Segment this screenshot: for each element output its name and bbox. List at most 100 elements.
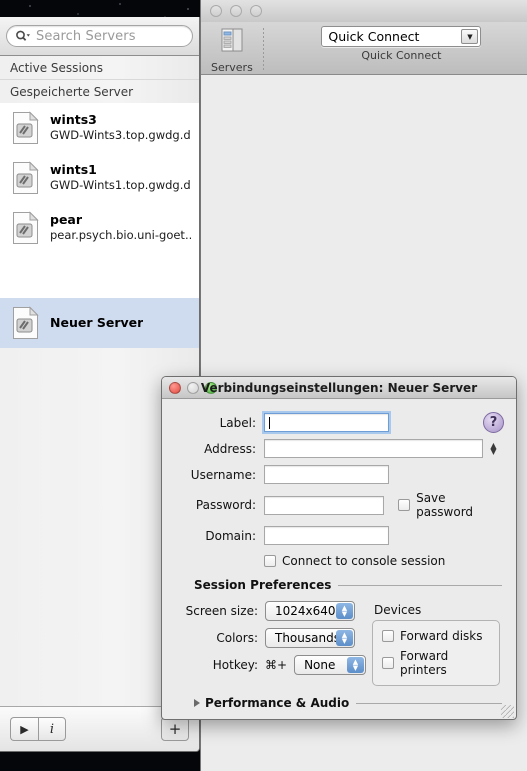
password-field[interactable]: [264, 495, 385, 515]
session-preferences-title: Session Preferences: [194, 578, 332, 592]
list-item[interactable]: pear pear.psych.bio.uni-goet...: [0, 203, 199, 253]
connect-console-checkbox[interactable]: [264, 555, 276, 567]
list-item-name: wints1: [50, 161, 97, 177]
chevron-right-icon[interactable]: [194, 699, 200, 707]
server-rack-icon: [217, 26, 247, 59]
connect-button[interactable]: ▶: [10, 717, 38, 741]
label-field-label: Label:: [219, 415, 256, 430]
forward-printers-checkbox[interactable]: [382, 657, 394, 669]
stepper-arrows-icon[interactable]: ▲ ▼: [336, 630, 353, 646]
application-window: Servers Quick Connect ▼ Quick Connect Se…: [0, 0, 527, 771]
password-field-row: Password: Save password: [176, 491, 502, 519]
password-field-label: Password:: [195, 498, 256, 512]
chevron-down-icon[interactable]: ▼: [461, 29, 479, 44]
section-divider: [356, 702, 502, 704]
list-item-name: wints3: [50, 111, 97, 127]
screen-size-value: 1024x640: [275, 604, 336, 618]
quick-connect-group-label: Quick Connect: [361, 49, 442, 62]
hotkey-value: None: [304, 658, 336, 672]
forward-disks-label: Forward disks: [400, 629, 483, 643]
info-button[interactable]: i: [38, 717, 66, 741]
hotkey-label: Hotkey:: [212, 658, 258, 672]
devices-group: Devices Forward disks Forward printers: [372, 601, 500, 686]
colors-value: Thousands: [275, 631, 340, 645]
quick-connect-combobox[interactable]: Quick Connect ▼: [321, 26, 482, 47]
list-item[interactable]: wints3 GWD-Wints3.top.gwdg.de: [0, 103, 199, 153]
list-item-host: pear.psych.bio.uni-goet...: [50, 227, 191, 242]
dialog-close-button[interactable]: [169, 381, 181, 394]
resize-grip[interactable]: [501, 705, 514, 718]
sidebar-toolbar: Search Servers: [0, 17, 199, 56]
main-window-titlebar[interactable]: [201, 0, 527, 22]
main-toolbar: Servers Quick Connect ▼ Quick Connect: [201, 22, 527, 75]
search-placeholder: Search Servers: [36, 28, 136, 44]
forward-disks-checkbox-row[interactable]: Forward disks: [382, 629, 490, 643]
forward-printers-label: Forward printers: [400, 649, 449, 677]
label-field[interactable]: [262, 411, 391, 434]
search-input[interactable]: Search Servers: [6, 25, 193, 47]
server-document-icon: [12, 160, 40, 195]
add-server-button[interactable]: +: [161, 717, 189, 741]
section-divider: [338, 584, 502, 586]
stepper-arrows-icon[interactable]: ▲ ▼: [336, 603, 353, 619]
address-stepper[interactable]: ▲ ▼: [488, 439, 499, 458]
list-item-name: pear: [50, 211, 83, 227]
colors-row: Colors: Thousands ▲ ▼: [176, 628, 366, 648]
forward-disks-checkbox[interactable]: [382, 630, 394, 642]
connect-console-label: Connect to console session: [282, 554, 446, 568]
main-minimize-button[interactable]: [230, 5, 242, 17]
group-header-saved-servers: Gespeicherte Server: [10, 85, 134, 99]
search-icon[interactable]: [15, 29, 31, 43]
dialog-titlebar[interactable]: Verbindungseinstellungen: Neuer Server: [162, 377, 516, 399]
list-item-host: GWD-Wints1.top.gwdg.de: [50, 177, 191, 192]
main-close-button[interactable]: [210, 5, 222, 17]
session-preferences-left: Screen size: 1024x640 ▲ ▼ Colors: Thousan…: [176, 601, 366, 686]
performance-audio-disclosure[interactable]: Performance & Audio: [194, 696, 502, 710]
save-password-label: Save password: [416, 491, 474, 519]
dialog-body: ? Label: Address: ▲ ▼ Username: Password:: [162, 399, 516, 719]
connection-settings-dialog: Verbindungseinstellungen: Neuer Server ?…: [161, 376, 517, 720]
colors-label: Colors:: [216, 631, 258, 645]
list-item[interactable]: Neuer Server: [0, 298, 199, 348]
devices-title: Devices: [374, 603, 422, 617]
screen-size-select[interactable]: 1024x640 ▲ ▼: [265, 601, 355, 621]
list-empty-space: [0, 253, 199, 298]
colors-select[interactable]: Thousands ▲ ▼: [265, 628, 355, 648]
address-field-label: Address:: [204, 441, 256, 456]
save-password-checkbox-row[interactable]: Save password: [398, 491, 502, 519]
list-item-name: Neuer Server: [50, 315, 144, 330]
username-field-label: Username:: [190, 467, 256, 482]
server-document-icon: [12, 110, 40, 145]
save-password-checkbox[interactable]: [398, 499, 411, 511]
command-key-icon: ⌘+: [265, 658, 288, 672]
toolbar-servers-label: Servers: [211, 61, 253, 74]
performance-audio-label: Performance & Audio: [205, 696, 350, 710]
server-document-icon: [12, 210, 40, 245]
domain-field[interactable]: [264, 526, 389, 545]
group-header-active-sessions: Active Sessions: [10, 61, 103, 75]
session-preferences-body: Screen size: 1024x640 ▲ ▼ Colors: Thousan…: [176, 601, 502, 686]
address-field[interactable]: [264, 439, 483, 458]
toolbar-servers-button[interactable]: Servers: [201, 26, 263, 74]
list-item[interactable]: wints1 GWD-Wints1.top.gwdg.de: [0, 153, 199, 203]
address-field-row: Address: ▲ ▼: [176, 439, 502, 458]
connect-console-checkbox-row[interactable]: Connect to console session: [264, 554, 502, 568]
session-preferences-header: Session Preferences: [194, 578, 502, 592]
username-field[interactable]: [264, 465, 389, 484]
dialog-minimize-button[interactable]: [187, 381, 199, 394]
screen-size-label: Screen size:: [185, 604, 258, 618]
main-zoom-button[interactable]: [250, 5, 262, 17]
server-document-icon: [12, 305, 40, 340]
hotkey-row: Hotkey: ⌘+ None ▲ ▼: [176, 655, 366, 675]
dialog-zoom-button[interactable]: [205, 381, 217, 394]
help-button[interactable]: ?: [483, 412, 504, 433]
quick-connect-group: Quick Connect ▼ Quick Connect: [264, 26, 527, 62]
sidebar-action-group: ▶ i: [10, 717, 66, 741]
stepper-arrows-icon[interactable]: ▲ ▼: [347, 657, 364, 673]
domain-field-label: Domain:: [205, 528, 256, 543]
hotkey-select[interactable]: None ▲ ▼: [294, 655, 366, 675]
username-field-row: Username:: [176, 465, 502, 484]
forward-printers-checkbox-row[interactable]: Forward printers: [382, 649, 490, 677]
quick-connect-value: Quick Connect: [328, 29, 420, 44]
screen-size-row: Screen size: 1024x640 ▲ ▼: [176, 601, 366, 621]
